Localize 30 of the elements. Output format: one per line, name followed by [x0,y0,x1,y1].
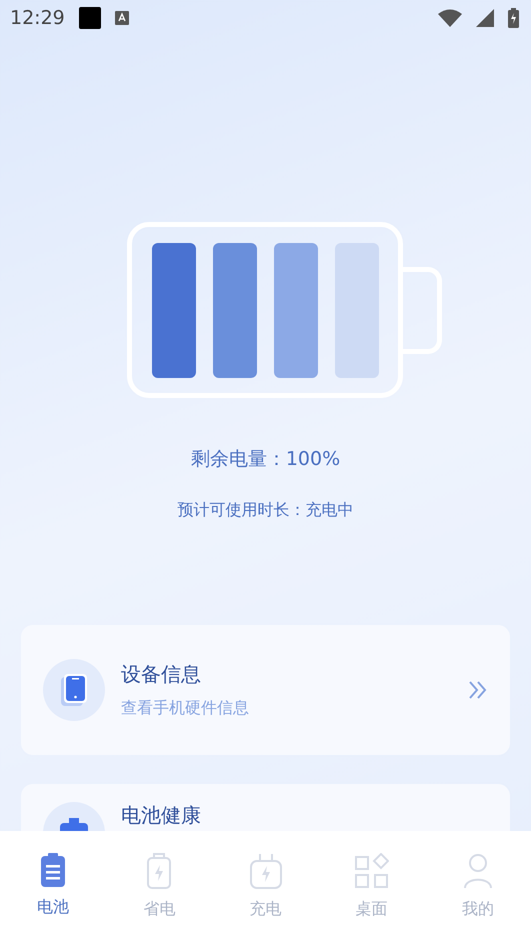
estimated-time: 预计可使用时长：充电中 [178,500,354,521]
person-icon [462,853,493,889]
battery-bolt-icon [146,853,172,889]
nav-tab[interactable]: 充电 [212,831,319,944]
wifi-icon [438,9,462,27]
signal-icon [476,9,494,27]
tab-label: 桌面 [356,899,388,920]
charger-icon [248,853,282,889]
menu-card[interactable]: 设备信息 查看手机硬件信息 [21,625,510,755]
tab-label: 电池 [37,897,70,918]
phone-icon [61,674,87,706]
remaining-charge: 剩余电量：100% [190,447,340,472]
apps-icon [354,853,389,889]
card-subtitle: 查看手机硬件信息 [121,698,250,719]
tab-label: 省电 [143,899,176,920]
card-title: 设备信息 [121,661,202,688]
keyboard-icon [114,11,129,25]
nav-tab[interactable]: 省电 [106,831,212,944]
nav-tab[interactable]: 电池 [0,831,106,944]
tab-label: 充电 [250,899,282,920]
status-time: 12:29 [10,7,65,29]
double-chevron-icon [468,680,488,700]
menu-card[interactable]: 电池健康 [21,784,510,831]
nav-tab[interactable]: 我的 [424,831,531,944]
nav-tab[interactable]: 桌面 [318,831,425,944]
battery-charging-icon [508,8,519,28]
notification-icon [78,7,101,29]
battery-icon [40,853,66,887]
card-title: 电池健康 [121,802,202,829]
tab-label: 我的 [462,899,494,920]
